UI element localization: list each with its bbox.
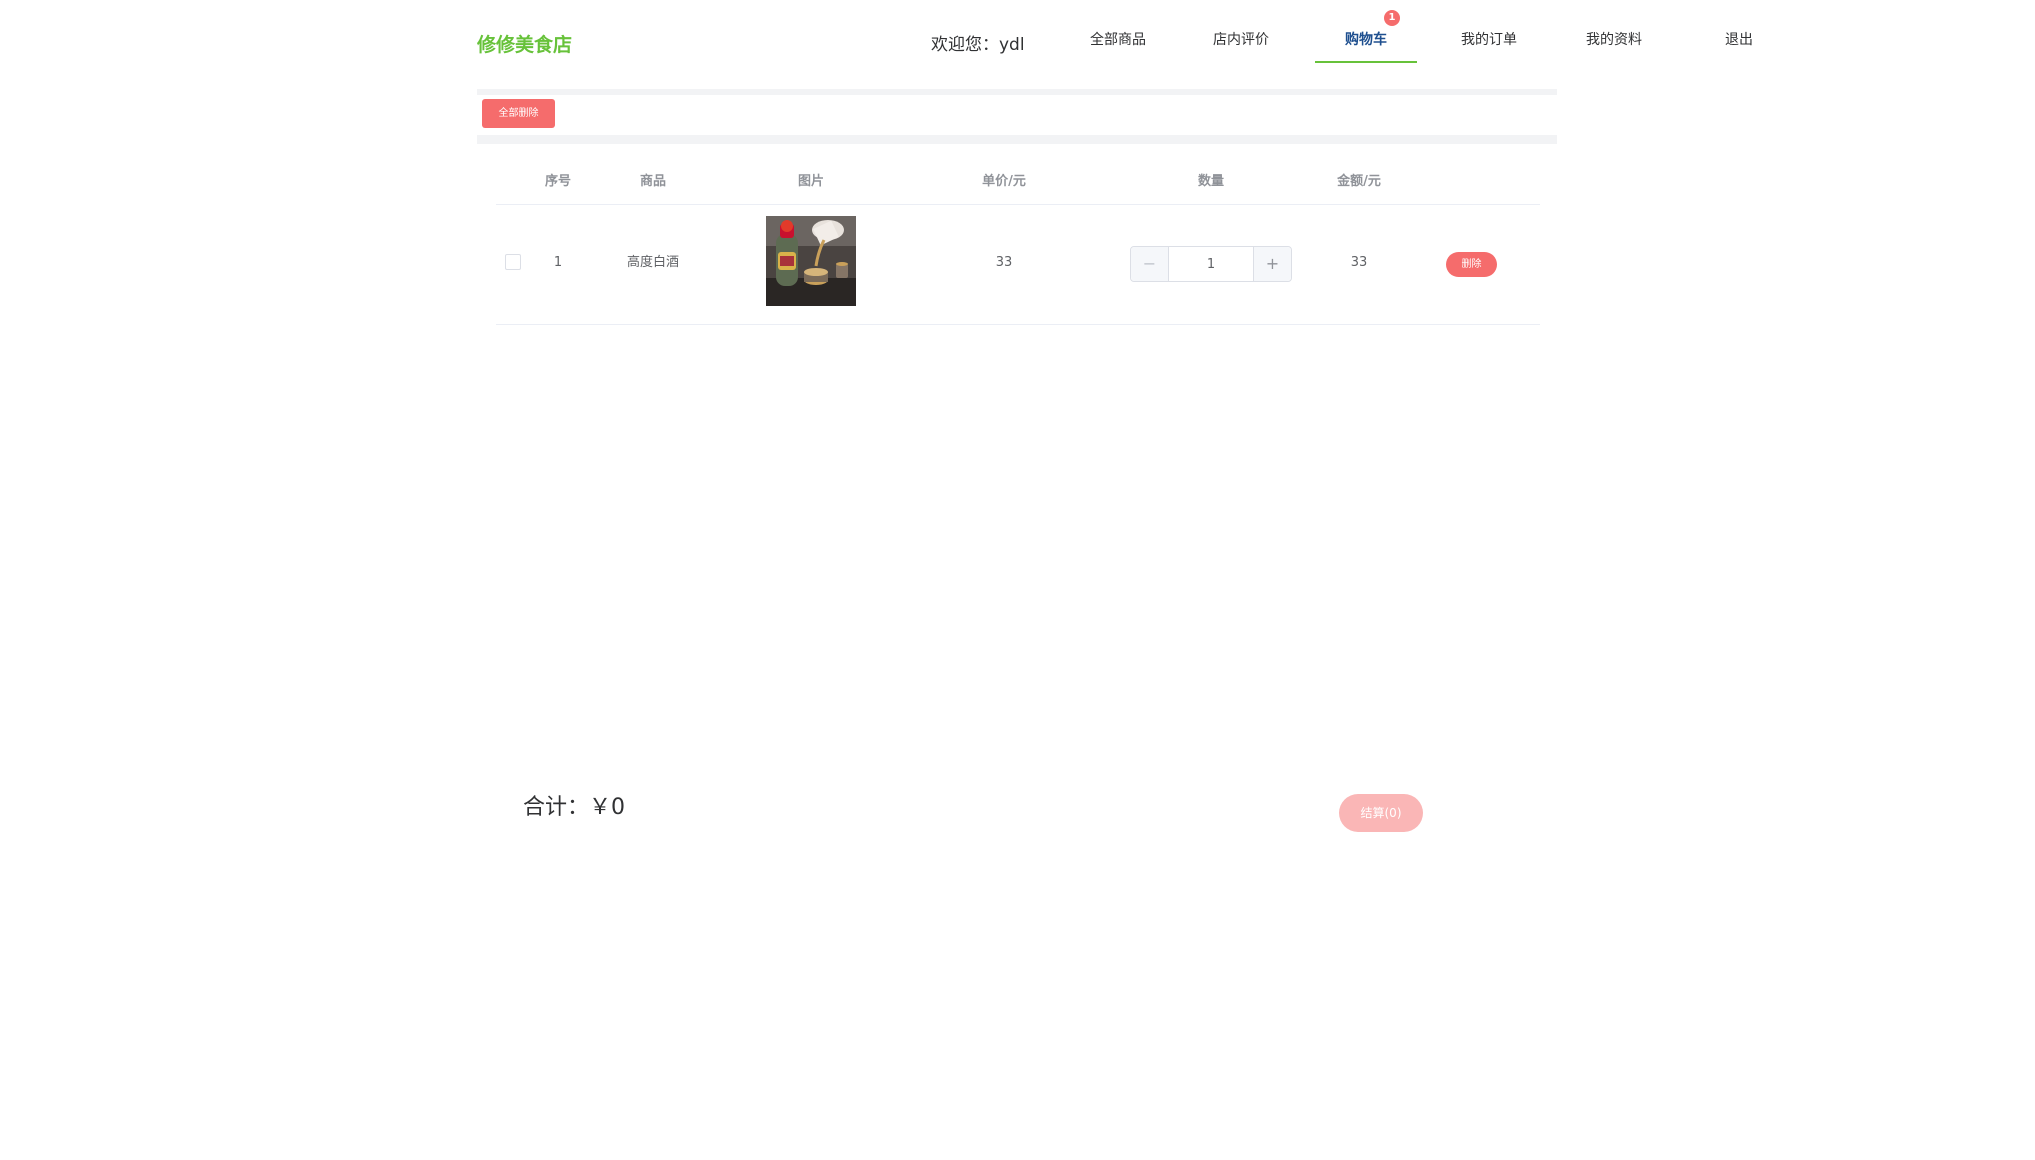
- nav-label: 购物车: [1345, 32, 1387, 48]
- plus-icon: +: [1265, 254, 1280, 273]
- nav-label: 退出: [1725, 32, 1753, 48]
- product-thumbnail: [766, 216, 856, 306]
- cart-total: 合计：￥0: [523, 795, 625, 820]
- increase-quantity-button[interactable]: +: [1253, 247, 1291, 281]
- minus-icon: −: [1142, 254, 1157, 273]
- liquor-bottle-image: [766, 216, 856, 306]
- delete-all-button[interactable]: 全部删除: [482, 99, 555, 128]
- welcome-text: 欢迎您：ydl: [931, 35, 1025, 55]
- row-amount: 33: [1350, 255, 1368, 270]
- decrease-quantity-button[interactable]: −: [1131, 247, 1169, 281]
- toolbar-divider-bottom: [477, 135, 1557, 144]
- column-header-image: 图片: [797, 174, 824, 189]
- nav-all-products[interactable]: 全部商品: [1078, 0, 1158, 63]
- column-header-quantity: 数量: [1197, 174, 1224, 189]
- column-header-product: 商品: [639, 174, 666, 189]
- shop-logo[interactable]: 修修美食店: [477, 30, 572, 60]
- checkout-button[interactable]: 结算(0): [1339, 794, 1423, 832]
- row-product-name: 高度白酒: [626, 255, 679, 270]
- nav-label: 全部商品: [1090, 32, 1146, 48]
- quantity-stepper: − +: [1130, 246, 1292, 282]
- column-header-index: 序号: [544, 174, 571, 189]
- nav-label: 店内评价: [1213, 32, 1269, 48]
- nav-label: 我的订单: [1461, 32, 1517, 48]
- nav-logout[interactable]: 退出: [1699, 0, 1779, 63]
- cart-count-badge: 1: [1384, 10, 1400, 26]
- nav-my-profile[interactable]: 我的资料: [1574, 0, 1654, 63]
- delete-row-button[interactable]: 删除: [1446, 252, 1497, 277]
- nav-label: 我的资料: [1586, 32, 1642, 48]
- row-index: 1: [553, 255, 563, 270]
- quantity-input[interactable]: [1169, 247, 1253, 281]
- nav-cart[interactable]: 购物车 1: [1315, 0, 1417, 63]
- column-header-unit-price: 单价/元: [982, 174, 1026, 189]
- table-header-divider: [496, 204, 1540, 205]
- nav-my-orders[interactable]: 我的订单: [1449, 0, 1529, 63]
- nav-store-reviews[interactable]: 店内评价: [1201, 0, 1281, 63]
- row-select-checkbox[interactable]: [505, 254, 521, 270]
- toolbar-divider-top: [477, 89, 1557, 95]
- row-unit-price: 33: [995, 255, 1013, 270]
- cart-page: 修修美食店 欢迎您：ydl 全部商品 店内评价 购物车 1 我的订单 我的资料 …: [0, 0, 2035, 1160]
- table-row-divider: [496, 324, 1540, 325]
- column-header-amount: 金额/元: [1337, 174, 1381, 189]
